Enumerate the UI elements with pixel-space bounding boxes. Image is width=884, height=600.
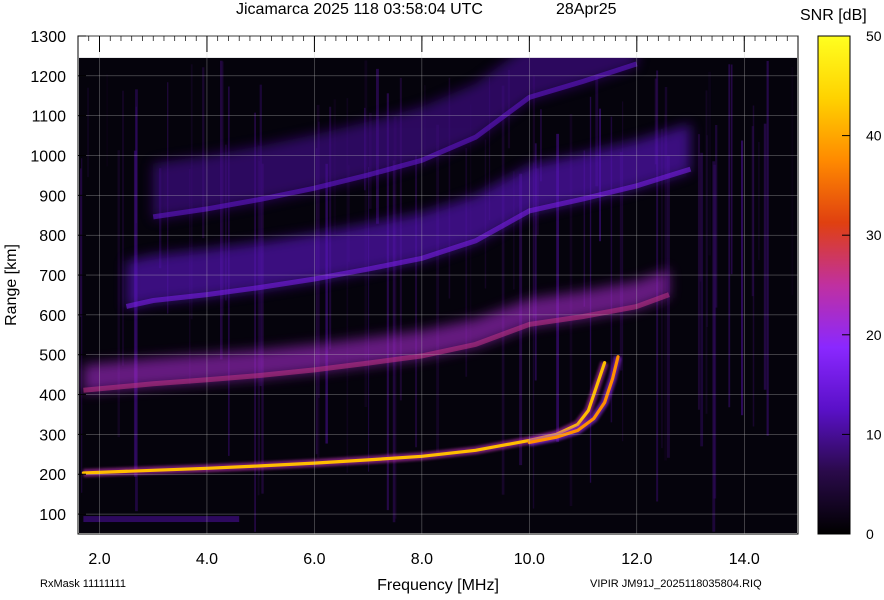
colorbar-gradient bbox=[817, 35, 851, 535]
interference-streak bbox=[81, 158, 83, 493]
y-tick-label: 1100 bbox=[32, 109, 67, 126]
y-tick-label: 400 bbox=[39, 388, 66, 405]
x-tick-label: 12.0 bbox=[621, 551, 652, 568]
interference-streak bbox=[666, 155, 670, 458]
colorbar-tick-label: 40 bbox=[866, 128, 882, 144]
y-tick-label: 1200 bbox=[30, 69, 66, 86]
interference-streak bbox=[121, 90, 124, 366]
interference-streak bbox=[368, 166, 370, 472]
interference-streak bbox=[261, 163, 264, 494]
x-tick-label: 8.0 bbox=[411, 551, 433, 568]
interference-streak bbox=[763, 123, 767, 390]
y-tick-label: 1000 bbox=[30, 149, 66, 166]
colorbar: SNR [dB] 0 10 20 30 40 50 bbox=[800, 7, 882, 542]
colorbar-tick-label: 0 bbox=[866, 526, 874, 542]
interference-streak bbox=[758, 141, 760, 261]
interference-streak bbox=[706, 135, 708, 328]
interference-streak bbox=[712, 161, 716, 532]
file-name-text: VIPIR JM91J_2025118035804.RIQ bbox=[590, 578, 762, 590]
x-tick-label: 4.0 bbox=[196, 551, 218, 568]
colorbar-tick-label: 50 bbox=[866, 28, 882, 44]
y-tick-label: 600 bbox=[39, 308, 66, 325]
x-tick-label: 10.0 bbox=[514, 551, 545, 568]
noise-band bbox=[83, 516, 240, 523]
interference-streak bbox=[415, 154, 418, 448]
interference-streak bbox=[791, 66, 794, 296]
interference-streak bbox=[708, 71, 712, 256]
rxmask-text: RxMask 11111111 bbox=[40, 578, 126, 590]
interference-streak bbox=[699, 155, 702, 282]
interference-streak bbox=[219, 60, 223, 360]
interference-streak bbox=[325, 163, 328, 444]
y-tick-label: 300 bbox=[39, 427, 66, 444]
page-date: 28Apr25 bbox=[556, 1, 617, 18]
page-title: Jicamarca 2025 118 03:58:04 UTC bbox=[236, 1, 483, 18]
colorbar-tick-label: 10 bbox=[866, 426, 882, 442]
interference-streak bbox=[87, 87, 89, 178]
y-tick-label: 700 bbox=[39, 268, 66, 285]
y-tick-label: 200 bbox=[39, 467, 66, 484]
interference-streak bbox=[501, 85, 505, 495]
colorbar-tick-label: 20 bbox=[866, 327, 882, 343]
y-tick-label: 800 bbox=[39, 228, 66, 245]
ionogram-figure: Jicamarca 2025 118 03:58:04 UTC 28Apr25 … bbox=[0, 0, 884, 595]
interference-streak bbox=[740, 140, 744, 416]
y-tick-label: 500 bbox=[39, 348, 66, 365]
y-axis-label: Range [km] bbox=[3, 244, 20, 326]
y-tick-label: 100 bbox=[39, 507, 66, 524]
interference-streak bbox=[117, 150, 120, 438]
colorbar-label: SNR [dB] bbox=[800, 7, 867, 24]
interference-streak bbox=[106, 74, 108, 167]
x-tick-label: 2.0 bbox=[88, 551, 110, 568]
interference-streak bbox=[258, 160, 261, 476]
plot-area: 2.0 4.0 6.0 8.0 10.0 12.0 14.0 100 200 300 400 500 6… bbox=[30, 29, 799, 568]
y-tick-label: 1300 bbox=[30, 29, 66, 46]
interference-streak bbox=[730, 64, 733, 275]
interference-streak bbox=[766, 60, 769, 436]
colorbar-tick-label: 30 bbox=[866, 227, 882, 243]
ionogram-chart: Jicamarca 2025 118 03:58:04 UTC 28Apr25 … bbox=[3, 1, 882, 594]
y-tick-label: 900 bbox=[39, 188, 66, 205]
x-tick-label: 6.0 bbox=[303, 551, 325, 568]
interference-streak bbox=[697, 134, 700, 410]
interference-streak bbox=[436, 124, 440, 455]
x-axis-label: Frequency [MHz] bbox=[377, 577, 499, 594]
interference-streak bbox=[202, 67, 205, 239]
interference-streak bbox=[532, 162, 535, 509]
x-tick-label: 14.0 bbox=[729, 551, 760, 568]
interference-streak bbox=[751, 126, 754, 297]
interference-streak bbox=[715, 124, 718, 308]
